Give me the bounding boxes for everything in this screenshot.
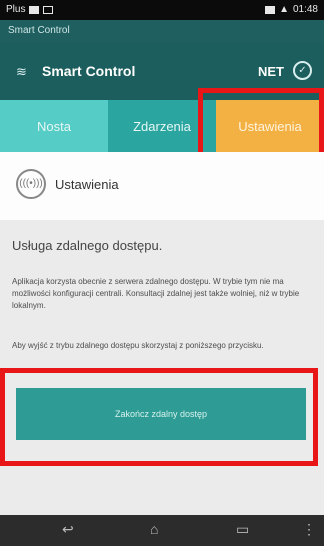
menu-icon[interactable]: ⋮ [302,521,316,538]
tab-nosta[interactable]: Nosta [0,100,108,152]
remote-access-icon: (((•))) [16,169,46,199]
window-title-bar: Smart Control [0,20,324,42]
recent-apps-icon[interactable]: ▭ [236,521,249,538]
highlight-box-end-button [0,368,318,466]
connection-status-icon[interactable]: ✓ [293,61,312,80]
network-icon [265,5,276,14]
status-bar: Plus ▲ 01:48 [0,0,324,20]
highlight-box-settings-tab [198,88,324,160]
message-icon [29,5,40,14]
screenshot-icon [43,5,54,14]
window-title: Smart Control [8,25,70,36]
home-icon[interactable]: ⌂ [150,521,158,537]
app-title: Smart Control [42,63,136,79]
carrier-label: Plus [6,4,26,15]
wifi-icon: ≋ [16,64,27,79]
signal-icon: ▲ [279,4,289,15]
back-icon[interactable]: ↩ [62,521,74,538]
remote-access-instruction: Aby wyjść z trybu zdalnego dostępu skorz… [12,341,264,350]
remote-access-heading: Usługa zdalnego dostępu. [12,238,163,253]
connection-mode-label: NET [258,64,284,79]
settings-header: (((•))) Ustawienia [0,152,324,220]
navigation-bar: ↩ ⌂ ▭ ⋮ [0,515,324,546]
settings-title: Ustawienia [55,177,119,192]
clock: 01:48 [292,4,318,15]
remote-access-description: Aplikacja korzysta obecnie z serwera zda… [12,277,300,310]
